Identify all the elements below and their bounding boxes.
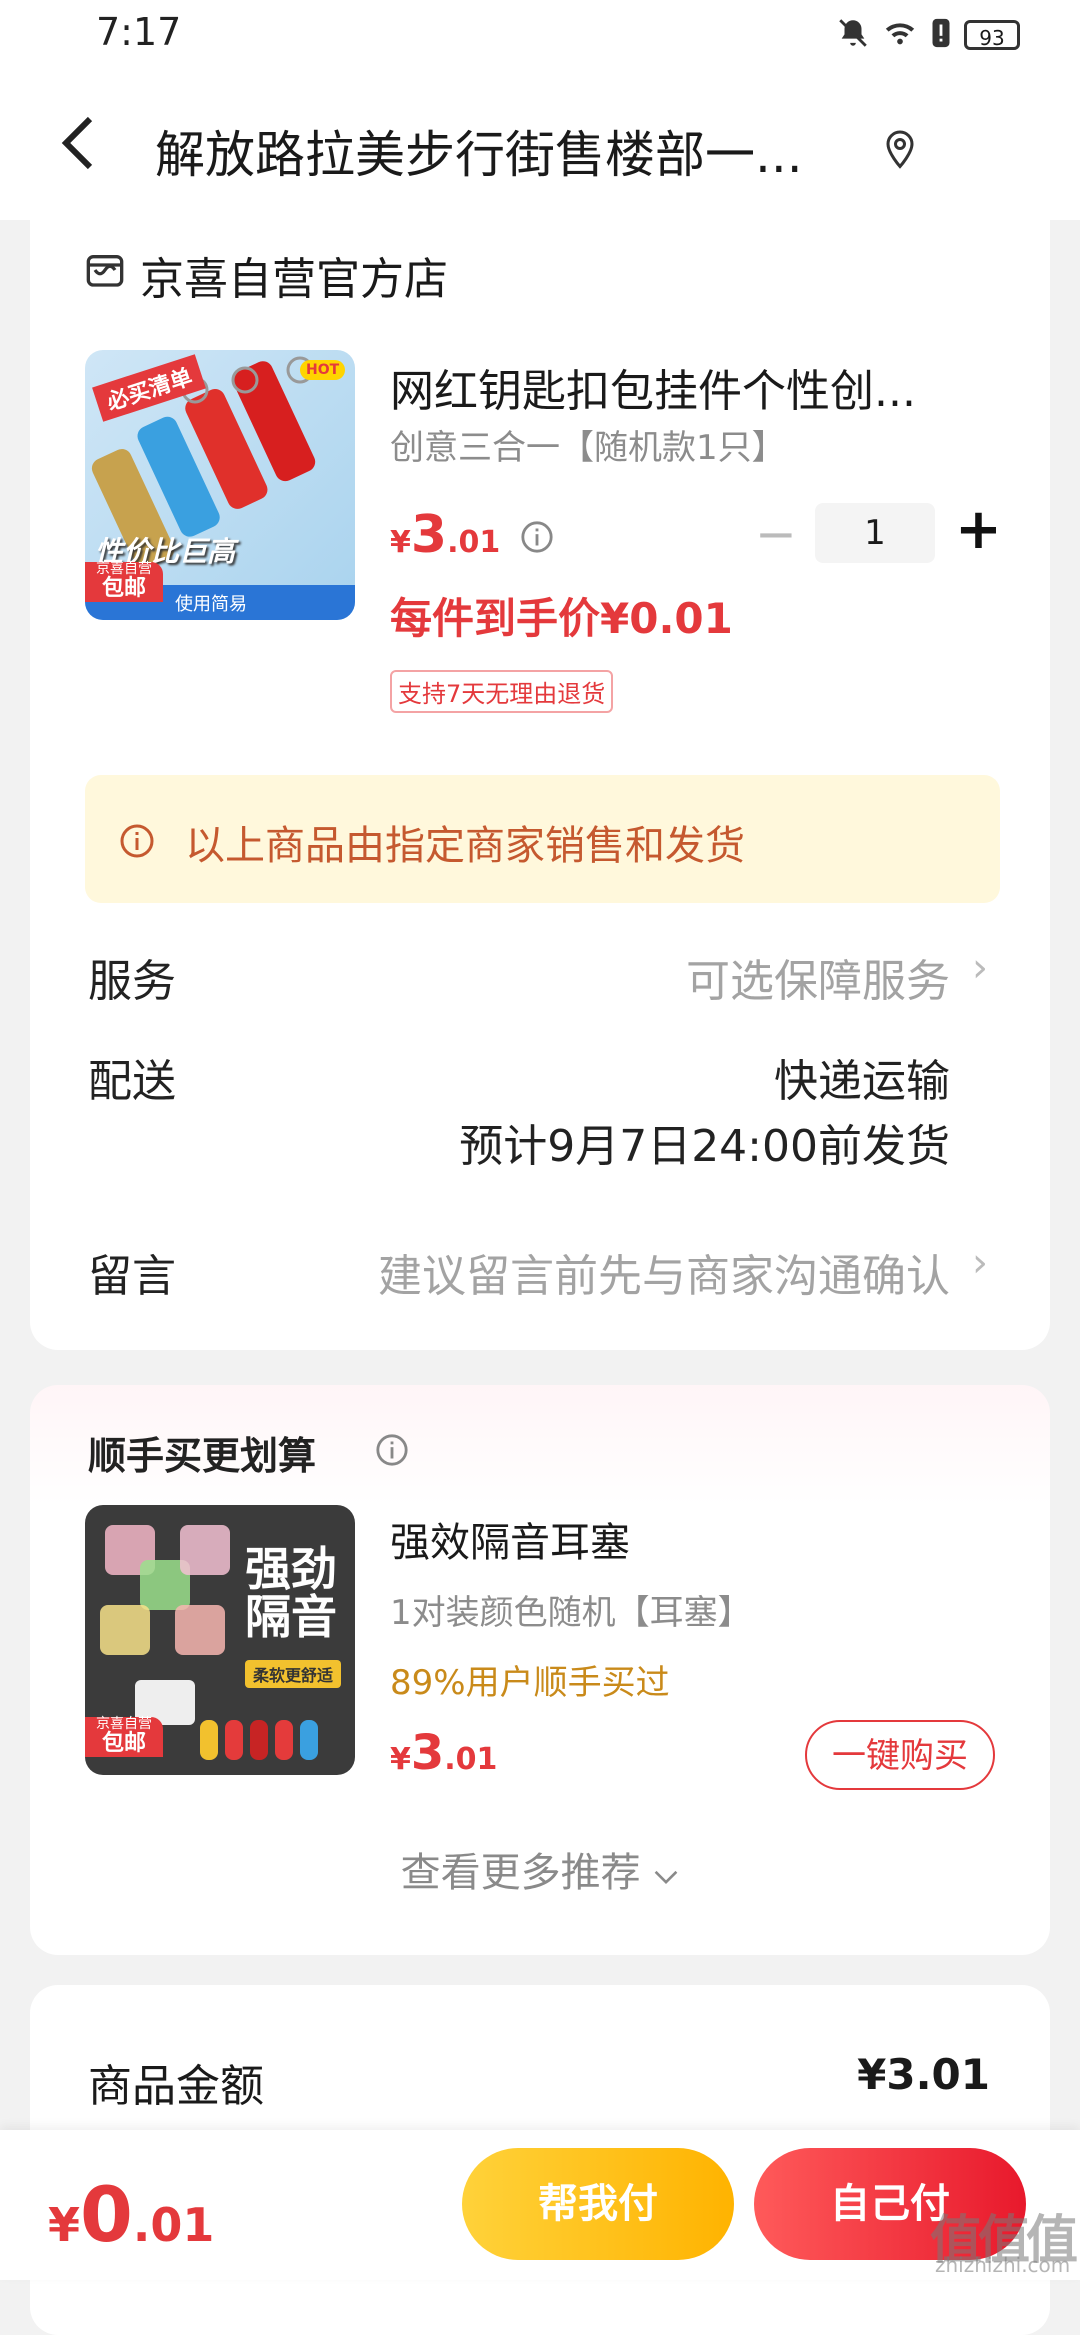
product-name[interactable]: 网红钥匙扣包挂件个性创...	[390, 355, 1010, 419]
return-policy-tag: 支持7天无理由退货	[390, 670, 614, 713]
more-recommendations-label: 查看更多推荐	[400, 1850, 641, 1896]
delivery-label: 配送	[88, 1056, 176, 1107]
addon-title: 顺手买更划算	[88, 1434, 317, 1478]
chevron-down-icon	[653, 1850, 679, 1896]
addon-image-badge: 京喜自营 包邮	[85, 1716, 163, 1757]
message-input[interactable]: 建议留言前先与商家沟通确认	[378, 1240, 950, 1304]
per-item-price: 每件到手价¥0.01	[390, 594, 733, 643]
store-name[interactable]: 京喜自营官方店	[140, 243, 448, 307]
alert-icon	[930, 16, 952, 54]
battery-icon: 93	[964, 20, 1020, 50]
addon-name[interactable]: 强效隔音耳塞	[390, 1510, 630, 1568]
bell-muted-icon	[836, 16, 870, 54]
address-title[interactable]: 解放路拉美步行街售楼部一...	[155, 115, 875, 187]
addon-badge-bottom: 包邮	[101, 1731, 146, 1757]
image-strip: 使用简易	[175, 594, 247, 615]
total-int: 0	[80, 2170, 133, 2259]
price-int: 3	[410, 505, 448, 565]
quantity-decrease-button[interactable]: −	[755, 505, 797, 563]
goods-amount-label: 商品金额	[88, 2061, 264, 2112]
service-label: 服务	[88, 956, 176, 1007]
notice-info-icon	[119, 823, 155, 863]
addon-price-int: 3	[410, 1725, 445, 1781]
service-value[interactable]: 可选保障服务	[686, 945, 950, 1009]
total-price: ¥0.01	[48, 2170, 214, 2259]
product-price: ¥3.01	[390, 505, 500, 565]
location-pin-icon[interactable]	[885, 130, 915, 174]
status-time: 7:17	[96, 10, 182, 54]
help-pay-button[interactable]: 帮我付	[462, 2148, 734, 2260]
addon-price-dec: .01	[444, 1742, 498, 1777]
message-chevron-icon[interactable]: ›	[972, 1240, 988, 1286]
addon-price: ¥3.01	[390, 1725, 497, 1781]
total-symbol: ¥	[48, 2198, 81, 2252]
addon-image-line2: 隔音	[245, 1590, 337, 1645]
status-icons: 93	[836, 16, 1020, 54]
back-icon[interactable]	[58, 113, 98, 184]
addon-spec: 1对装颜色随机【耳塞】	[390, 1593, 752, 1633]
addon-image[interactable]: 强劲 隔音 柔软更舒适 京喜自营 包邮	[85, 1505, 355, 1775]
badge-bottom: 包邮	[101, 576, 146, 602]
one-click-buy-button[interactable]: 一键购买	[805, 1720, 995, 1790]
order-card: 京喜自营官方店 必买清单 HOT 性价比巨高 京喜自营 包邮 使用简易 网红钥匙…	[30, 205, 1050, 1350]
seller-notice: 以上商品由指定商家销售和发货	[85, 775, 1000, 903]
addon-card: 顺手买更划算 强劲 隔音 柔软更舒适 京喜自营 包邮 强效隔音耳塞 1对装颜色随…	[30, 1385, 1050, 1955]
addon-info-icon[interactable]	[375, 1433, 409, 1471]
image-hot: HOT	[300, 360, 346, 380]
addon-price-symbol: ¥	[390, 1742, 411, 1777]
message-label: 留言	[88, 1251, 176, 1302]
bottom-bar: ¥0.01 帮我付 自己付	[0, 2130, 1080, 2280]
status-bar: 7:17 93	[0, 0, 1080, 75]
addon-image-sub: 柔软更舒适	[245, 1660, 342, 1688]
info-icon[interactable]	[520, 520, 554, 558]
header: 解放路拉美步行街售楼部一...	[0, 75, 1080, 220]
goods-amount-value: ¥3.01	[857, 2050, 990, 2099]
price-symbol: ¥	[390, 525, 411, 560]
addon-image-line1: 强劲	[245, 1542, 337, 1596]
store-icon	[85, 250, 125, 294]
delivery-eta: 预计9月7日24:00前发货	[459, 1121, 950, 1172]
wifi-icon	[882, 16, 918, 54]
notice-text: 以上商品由指定商家销售和发货	[185, 823, 745, 869]
service-chevron-icon[interactable]: ›	[972, 945, 988, 991]
more-recommendations-link[interactable]: 查看更多推荐	[30, 1840, 1050, 1898]
image-badge: 京喜自营 包邮	[85, 561, 163, 602]
addon-image-headline: 强劲 隔音	[245, 1545, 337, 1642]
watermark-site: zhizhizhi.com	[935, 2253, 1071, 2277]
addon-bought-rate: 89%用户顺手买过	[390, 1663, 670, 1703]
quantity-increase-button[interactable]: +	[955, 497, 1002, 562]
quantity-input[interactable]: 1	[815, 503, 935, 563]
delivery-value[interactable]: 快递运输	[774, 1045, 950, 1109]
product-image[interactable]: 必买清单 HOT 性价比巨高 京喜自营 包邮 使用简易	[85, 350, 355, 620]
price-dec: .01	[447, 525, 501, 560]
product-spec[interactable]: 创意三合一【随机款1只】	[390, 420, 786, 469]
total-dec: .01	[132, 2198, 215, 2252]
